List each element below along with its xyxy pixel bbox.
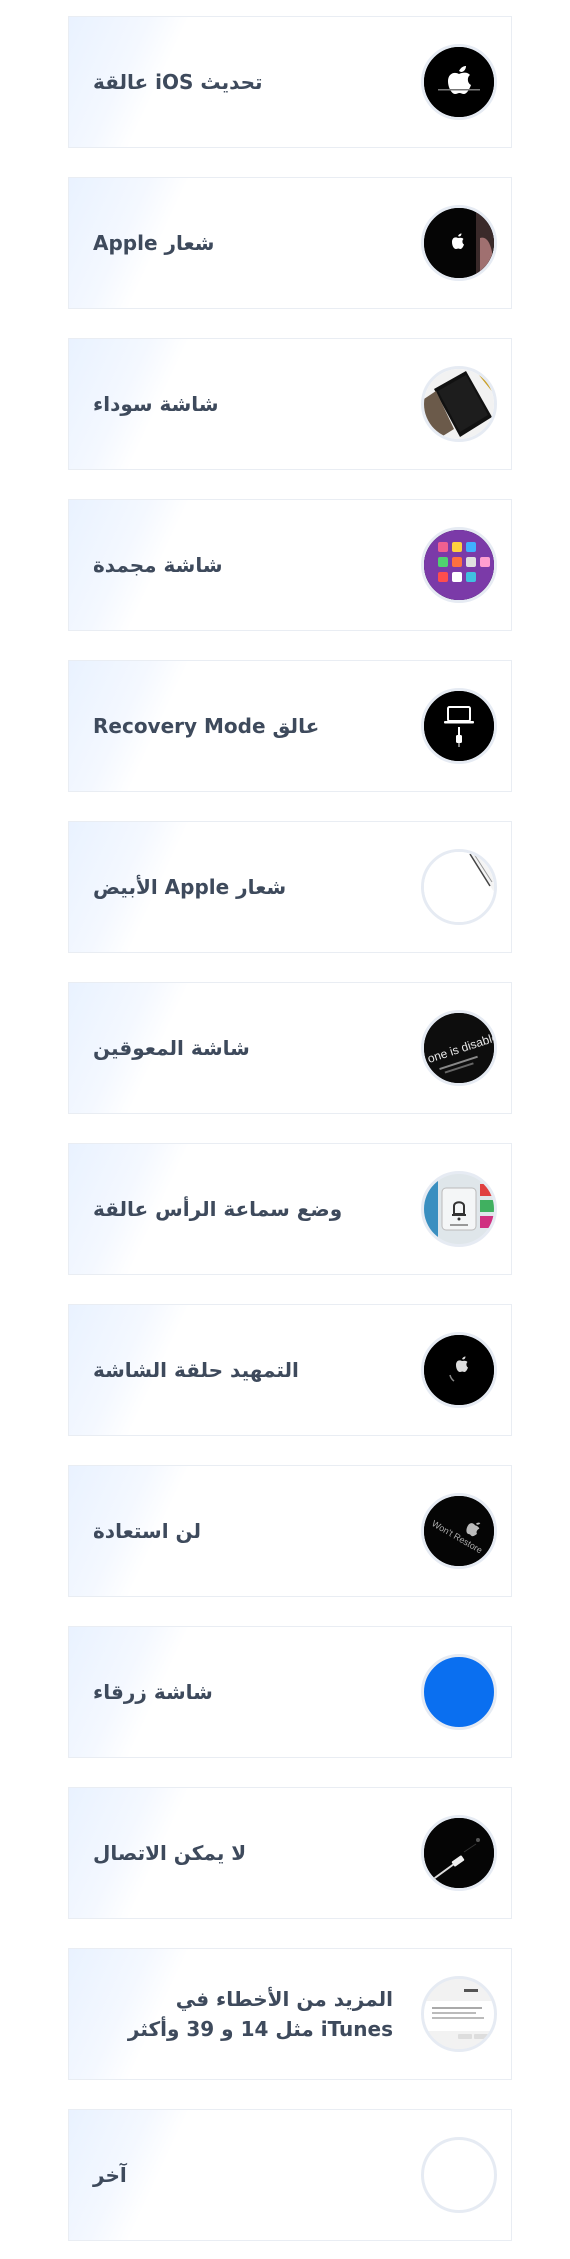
issue-label: لا يمكن الاتصال — [93, 1841, 247, 1865]
issue-card-recovery-mode[interactable]: عالق Recovery Mode — [68, 660, 512, 792]
boot-loop-icon — [421, 1332, 497, 1408]
black-screen-phone-icon — [421, 366, 497, 442]
issue-card-boot-loop[interactable]: التمهيد حلقة الشاشة — [68, 1304, 512, 1436]
issue-card-cannot-connect[interactable]: لا يمكن الاتصال — [68, 1787, 512, 1919]
issue-label: لن استعادة — [93, 1519, 202, 1543]
issue-label: التمهيد حلقة الشاشة — [93, 1358, 299, 1382]
issue-card-frozen-screen[interactable]: شاشة مجمدة — [68, 499, 512, 631]
disabled-screen-icon: one is disable — [421, 1010, 497, 1086]
issue-card-disabled-screen[interactable]: شاشة المعوقين one is disable — [68, 982, 512, 1114]
issue-label: شاشة زرقاء — [93, 1680, 213, 1704]
recovery-mode-icon — [421, 688, 497, 764]
issue-label: شعار Apple — [93, 231, 215, 255]
apple-logo-icon — [421, 44, 497, 120]
issue-label: المزيد من الأخطاء في iTunes مثل 14 و 39 … — [127, 1987, 393, 2041]
issue-card-blue-screen[interactable]: شاشة زرقاء — [68, 1626, 512, 1758]
wont-restore-icon: Won't Restore — [421, 1493, 497, 1569]
blue-screen-icon — [421, 1654, 497, 1730]
issue-card-other[interactable]: آخر — [68, 2109, 512, 2241]
issue-label: شاشة سوداء — [93, 392, 219, 416]
issue-label: شاشة المعوقين — [93, 1036, 250, 1060]
issue-card-apple-logo[interactable]: شعار Apple — [68, 177, 512, 309]
issue-card-headphone-mode[interactable]: وضع سماعة الرأس عالقة — [68, 1143, 512, 1275]
issue-card-black-screen[interactable]: شاشة سوداء — [68, 338, 512, 470]
issue-card-white-apple-logo[interactable]: شعار Apple الأبيض — [68, 821, 512, 953]
itunes-error-icon — [421, 1976, 497, 2052]
issue-label: آخر — [93, 2163, 127, 2187]
issue-label: شاشة مجمدة — [93, 553, 223, 577]
headphone-mode-icon — [421, 1171, 497, 1247]
issue-card-wont-restore[interactable]: لن استعادة Won't Restore — [68, 1465, 512, 1597]
other-icon — [421, 2137, 497, 2213]
issue-label: وضع سماعة الرأس عالقة — [93, 1197, 343, 1221]
issue-label: تحديث iOS عالقة — [93, 70, 263, 94]
iphone-apple-logo-icon — [421, 205, 497, 281]
cannot-connect-icon — [421, 1815, 497, 1891]
issue-label: شعار Apple الأبيض — [93, 875, 287, 899]
issue-label: عالق Recovery Mode — [93, 714, 320, 738]
frozen-screen-apps-icon — [421, 527, 497, 603]
issue-card-ios-update-stuck[interactable]: تحديث iOS عالقة — [68, 16, 512, 148]
issue-card-more-itunes-errors[interactable]: المزيد من الأخطاء في iTunes مثل 14 و 39 … — [68, 1948, 512, 2080]
white-apple-screen-icon — [421, 849, 497, 925]
